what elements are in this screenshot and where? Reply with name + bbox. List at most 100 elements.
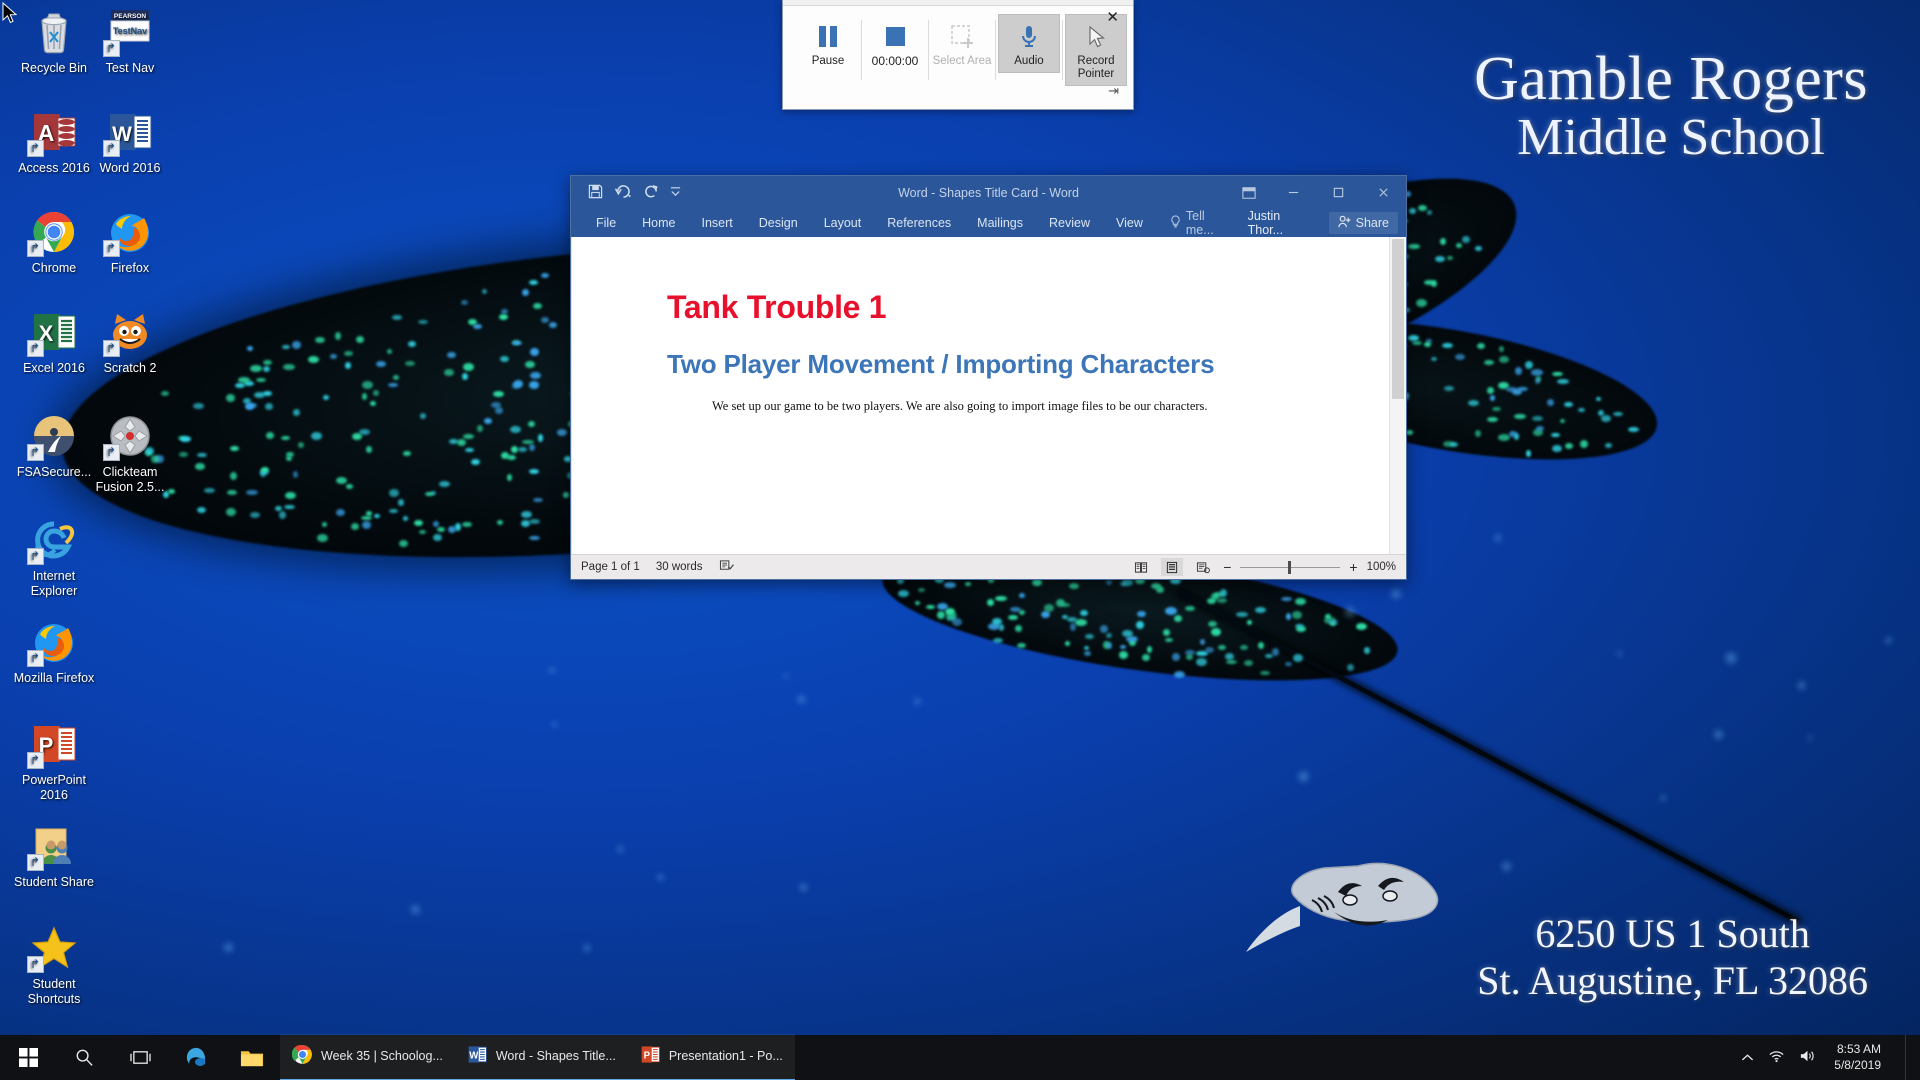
status-page-number[interactable]: Page 1 of 1 xyxy=(581,561,640,573)
desktop-icon-scratch-2[interactable]: Scratch 2 xyxy=(84,308,176,376)
show-desktop-button[interactable] xyxy=(1905,1035,1914,1080)
tab-review[interactable]: Review xyxy=(1036,209,1103,237)
word-vertical-scrollbar[interactable] xyxy=(1389,237,1406,554)
desktop-icon-word-2016[interactable]: W Word 2016 xyxy=(84,108,176,176)
zoom-out-button[interactable]: − xyxy=(1223,559,1231,575)
recorder-stop-button[interactable]: 00:00:00 xyxy=(864,14,926,74)
shortcut-arrow-badge xyxy=(27,854,44,871)
svg-text:TestNav: TestNav xyxy=(113,26,147,36)
read-mode-icon[interactable] xyxy=(1130,558,1152,576)
customize-qat-icon[interactable] xyxy=(670,185,681,200)
redo-icon[interactable] xyxy=(644,184,659,202)
proofing-errors-icon[interactable] xyxy=(719,559,734,575)
access-2016-icon: A xyxy=(30,108,78,156)
taskbar-file-explorer-icon[interactable] xyxy=(224,1035,280,1080)
desktop-icon-label: Clickteam Fusion 2.5... xyxy=(84,465,176,495)
print-layout-icon[interactable] xyxy=(1161,558,1183,576)
taskbar-app-label: Week 35 | Schoolog... xyxy=(321,1049,443,1063)
volume-icon[interactable] xyxy=(1799,1049,1816,1066)
search-icon[interactable] xyxy=(56,1035,112,1080)
taskbar-clock[interactable]: 8:53 AM 5/8/2019 xyxy=(1830,1042,1891,1073)
recorder-separator-4 xyxy=(1062,20,1063,80)
svg-text:P: P xyxy=(643,1051,650,1062)
screen-recorder-toolbar[interactable]: Pause 00:00:00 Select Area Audio Record … xyxy=(782,0,1134,110)
maximize-icon[interactable] xyxy=(1316,176,1361,209)
tab-file[interactable]: File xyxy=(583,209,629,237)
recorder-close-icon[interactable]: ✕ xyxy=(1106,10,1119,25)
shortcut-arrow-badge xyxy=(103,40,120,57)
tab-references[interactable]: References xyxy=(874,209,964,237)
chrome-icon xyxy=(30,208,78,256)
tab-design[interactable]: Design xyxy=(746,209,811,237)
scrollbar-thumb[interactable] xyxy=(1392,239,1404,399)
taskbar-app-powerpoint-window[interactable]: P Presentation1 - Po... xyxy=(628,1034,795,1080)
word-icon: W xyxy=(467,1044,488,1068)
save-icon[interactable] xyxy=(588,184,603,202)
ribbon-display-options-icon[interactable] xyxy=(1226,176,1271,209)
undo-icon[interactable] xyxy=(614,184,633,202)
tab-insert[interactable]: Insert xyxy=(689,209,746,237)
recorder-record-pointer-label: Record Pointer xyxy=(1066,55,1126,81)
tab-home[interactable]: Home xyxy=(629,209,688,237)
word-status-bar: Page 1 of 1 30 words − + 100% xyxy=(571,554,1406,579)
shortcut-arrow-badge xyxy=(27,548,44,565)
powerpoint-icon: P xyxy=(640,1044,661,1068)
wifi-icon[interactable] xyxy=(1768,1049,1785,1066)
address-line2: St. Augustine, FL 32086 xyxy=(1477,957,1868,1004)
share-person-icon xyxy=(1338,215,1351,231)
tab-view[interactable]: View xyxy=(1103,209,1156,237)
desktop-icon-student-share[interactable]: Student Share xyxy=(8,822,100,890)
taskbar-app-word-window[interactable]: W Word - Shapes Title... xyxy=(455,1034,628,1080)
task-view-icon[interactable] xyxy=(112,1035,168,1080)
taskbar-app-label: Presentation1 - Po... xyxy=(669,1049,783,1063)
school-name-line2: Middle School xyxy=(1474,111,1868,164)
powerpoint-2016-icon: P xyxy=(30,720,78,768)
word-title-bar[interactable]: Word - Shapes Title Card - Word xyxy=(571,176,1406,209)
recorder-pause-button[interactable]: Pause xyxy=(797,14,859,73)
minimize-icon[interactable] xyxy=(1271,176,1316,209)
share-button[interactable]: Share xyxy=(1329,212,1398,234)
desktop-icon-clickteam-fusion[interactable]: Clickteam Fusion 2.5... xyxy=(84,412,176,495)
zoom-slider-handle[interactable] xyxy=(1288,561,1291,574)
school-name-line1: Gamble Rogers xyxy=(1474,48,1868,111)
start-button[interactable] xyxy=(0,1035,56,1080)
word-window[interactable]: Word - Shapes Title Card - Word File Hom… xyxy=(570,175,1407,580)
tell-me-box[interactable]: Tell me... xyxy=(1170,209,1236,237)
zoom-in-button[interactable]: + xyxy=(1349,559,1357,575)
word-document-area[interactable]: Tank Trouble 1 Two Player Movement / Imp… xyxy=(571,237,1406,554)
taskbar-edge-icon[interactable] xyxy=(168,1035,224,1080)
desktop-icon-test-nav[interactable]: PEARSON TestNav Test Nav xyxy=(84,8,176,76)
taskbar-app-chrome-window[interactable]: Week 35 | Schoolog... xyxy=(280,1034,455,1080)
desktop-icon-internet-explorer[interactable]: Internet Explorer xyxy=(8,516,100,599)
shortcut-arrow-badge xyxy=(27,140,44,157)
recorder-pin-icon[interactable]: ⇥ xyxy=(1108,84,1119,97)
system-tray: 8:53 AM 5/8/2019 xyxy=(1741,1035,1920,1080)
chrome-icon xyxy=(292,1044,313,1068)
web-layout-icon[interactable] xyxy=(1192,558,1214,576)
desktop-icon-firefox[interactable]: Firefox xyxy=(84,208,176,276)
recorder-audio-button[interactable]: Audio xyxy=(998,14,1060,73)
recycle-bin-icon xyxy=(30,8,78,56)
desktop-icon-student-shortcuts[interactable]: Student Shortcuts xyxy=(8,924,100,1007)
student-shortcuts-icon xyxy=(30,924,78,972)
word-page[interactable]: Tank Trouble 1 Two Player Movement / Imp… xyxy=(572,237,1390,554)
close-icon[interactable] xyxy=(1361,176,1406,209)
tab-layout[interactable]: Layout xyxy=(811,209,875,237)
tab-mailings[interactable]: Mailings xyxy=(964,209,1036,237)
status-word-count[interactable]: 30 words xyxy=(656,561,703,573)
desktop-icon-mozilla-firefox[interactable]: Mozilla Firefox xyxy=(8,618,100,686)
scratch-2-icon xyxy=(106,308,154,356)
document-paragraph: We set up our game to be two players. We… xyxy=(712,399,1320,414)
zoom-level-label[interactable]: 100% xyxy=(1367,561,1396,573)
quick-access-toolbar xyxy=(571,184,681,202)
select-area-icon xyxy=(932,19,992,55)
desktop-icon-label: Internet Explorer xyxy=(8,569,100,599)
clock-date: 5/8/2019 xyxy=(1834,1058,1881,1074)
signed-in-user[interactable]: Justin Thor... xyxy=(1248,209,1319,237)
recorder-select-area-button[interactable]: Select Area xyxy=(931,14,993,73)
zoom-slider[interactable] xyxy=(1240,560,1340,574)
shortcut-arrow-badge xyxy=(103,340,120,357)
desktop-icon-powerpoint-2016[interactable]: P PowerPoint 2016 xyxy=(8,720,100,803)
taskbar[interactable]: Week 35 | Schoolog... W Word - Shapes Ti… xyxy=(0,1035,1920,1080)
show-hidden-icons-chevron[interactable] xyxy=(1741,1050,1754,1066)
